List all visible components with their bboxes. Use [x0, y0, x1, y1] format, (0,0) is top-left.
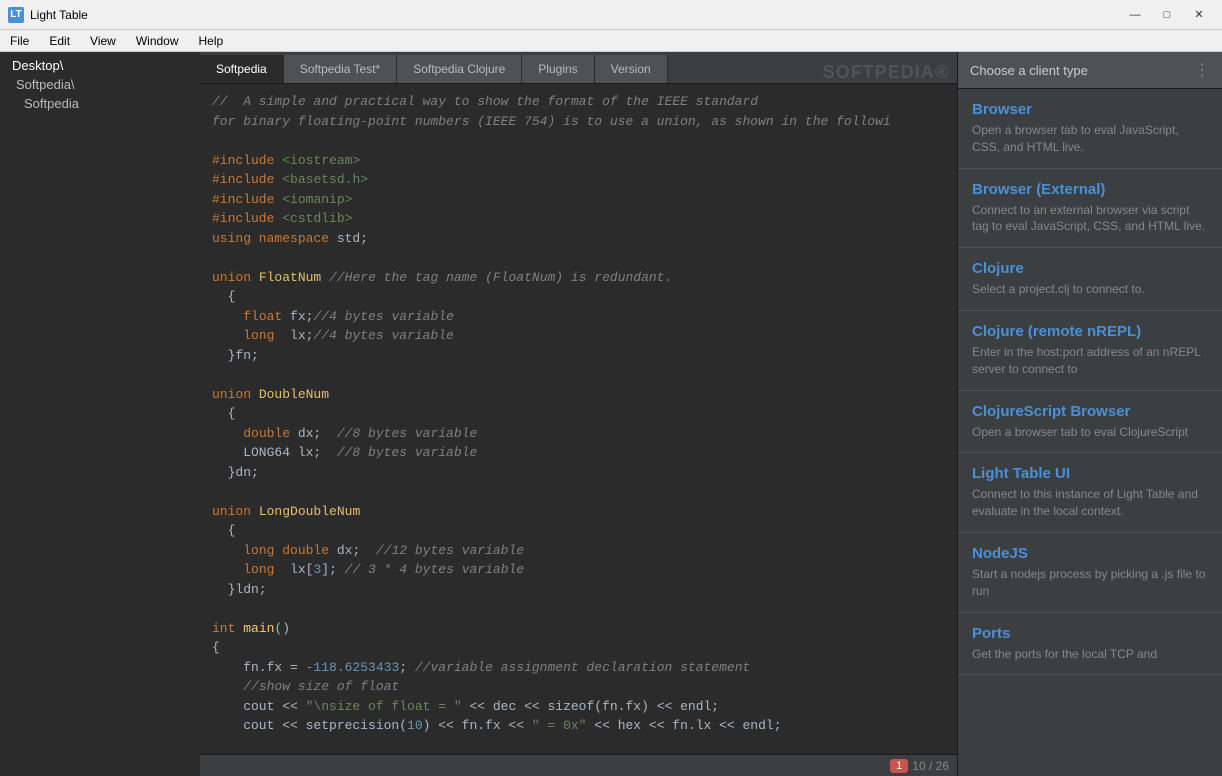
client-clojurescript-browser[interactable]: ClojureScript Browser Open a browser tab…: [958, 391, 1222, 454]
sidebar-item-desktop[interactable]: Desktop\: [0, 56, 200, 75]
client-clojure-remote[interactable]: Clojure (remote nREPL) Enter in the host…: [958, 311, 1222, 391]
window-controls: — □ ✕: [1120, 5, 1214, 25]
client-browser-name: Browser: [972, 101, 1208, 118]
menu-help[interactable]: Help: [189, 30, 234, 51]
client-clojure-desc: Select a project.clj to connect to.: [972, 281, 1208, 298]
client-clojurescript-browser-desc: Open a browser tab to eval ClojureScript: [972, 424, 1208, 441]
app-icon: LT: [8, 7, 24, 23]
right-panel-menu-icon[interactable]: ⋮: [1194, 60, 1210, 80]
client-light-table-ui[interactable]: Light Table UI Connect to this instance …: [958, 453, 1222, 533]
client-clojure-name: Clojure: [972, 260, 1208, 277]
client-browser[interactable]: Browser Open a browser tab to eval JavaS…: [958, 89, 1222, 169]
client-clojure-remote-name: Clojure (remote nREPL): [972, 323, 1208, 340]
tab-softpedia[interactable]: Softpedia: [200, 55, 284, 83]
client-nodejs-name: NodeJS: [972, 545, 1208, 562]
tab-softpedia-test[interactable]: Softpedia Test*: [284, 55, 398, 83]
sidebar-item-softpedia[interactable]: Softpedia: [0, 94, 200, 113]
menu-file[interactable]: File: [0, 30, 39, 51]
close-button[interactable]: ✕: [1184, 5, 1214, 25]
client-ports[interactable]: Ports Get the ports for the local TCP an…: [958, 613, 1222, 676]
maximize-button[interactable]: □: [1152, 5, 1182, 25]
editor-area: Softpedia Softpedia Test* Softpedia Cloj…: [200, 52, 957, 776]
client-ports-desc: Get the ports for the local TCP and: [972, 646, 1208, 663]
right-panel-title: Choose a client type: [970, 63, 1088, 78]
client-clojure[interactable]: Clojure Select a project.clj to connect …: [958, 248, 1222, 311]
sidebar: Desktop\ Softpedia\ Softpedia: [0, 52, 200, 776]
sidebar-item-softpedia-folder[interactable]: Softpedia\: [0, 75, 200, 94]
app-title: Light Table: [30, 8, 1120, 22]
client-browser-external-desc: Connect to an external browser via scrip…: [972, 202, 1208, 236]
tab-version[interactable]: Version: [595, 55, 668, 83]
client-ports-name: Ports: [972, 625, 1208, 642]
client-browser-external[interactable]: Browser (External) Connect to an externa…: [958, 169, 1222, 249]
tab-softpedia-clojure[interactable]: Softpedia Clojure: [397, 55, 522, 83]
client-browser-desc: Open a browser tab to eval JavaScript, C…: [972, 122, 1208, 156]
client-nodejs[interactable]: NodeJS Start a nodejs process by picking…: [958, 533, 1222, 613]
code-content: // A simple and practical way to show th…: [200, 84, 957, 754]
client-clojurescript-browser-name: ClojureScript Browser: [972, 403, 1208, 420]
tab-plugins[interactable]: Plugins: [522, 55, 594, 83]
code-editor[interactable]: // A simple and practical way to show th…: [200, 84, 957, 754]
client-light-table-ui-desc: Connect to this instance of Light Table …: [972, 486, 1208, 520]
client-clojure-remote-desc: Enter in the host:port address of an nRE…: [972, 344, 1208, 378]
minimize-button[interactable]: —: [1120, 5, 1150, 25]
menu-window[interactable]: Window: [126, 30, 189, 51]
client-nodejs-desc: Start a nodejs process by picking a .js …: [972, 566, 1208, 600]
tab-bar: Softpedia Softpedia Test* Softpedia Cloj…: [200, 52, 957, 84]
tabs-right: SOFTPEDIA®: [823, 62, 957, 83]
app-body: Desktop\ Softpedia\ Softpedia Softpedia …: [0, 52, 1222, 776]
menu-bar: File Edit View Window Help: [0, 30, 1222, 52]
title-bar: LT Light Table — □ ✕: [0, 0, 1222, 30]
status-bar: 1 10 / 26: [200, 754, 957, 776]
right-panel-header: Choose a client type ⋮: [958, 52, 1222, 89]
cursor-position: 10 / 26: [912, 759, 949, 773]
menu-edit[interactable]: Edit: [39, 30, 80, 51]
menu-view[interactable]: View: [80, 30, 126, 51]
client-browser-external-name: Browser (External): [972, 181, 1208, 198]
status-badge: 1: [890, 759, 908, 773]
right-panel: Choose a client type ⋮ Browser Open a br…: [957, 52, 1222, 776]
client-light-table-ui-name: Light Table UI: [972, 465, 1208, 482]
softpedia-watermark: SOFTPEDIA®: [823, 62, 949, 83]
